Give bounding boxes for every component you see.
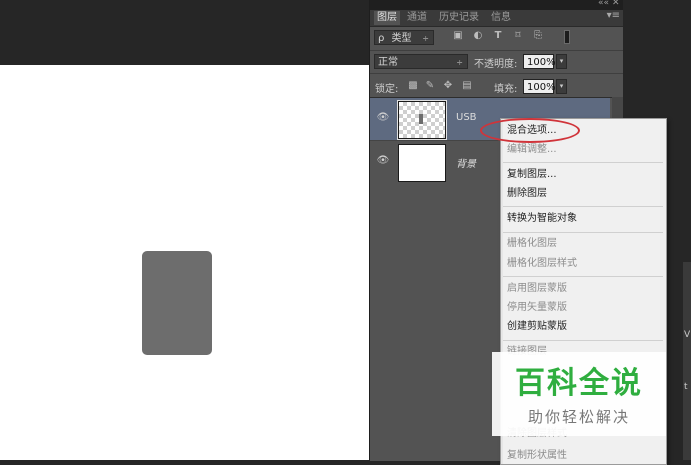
menu-item-create-clipping-mask[interactable]: 创建剪贴蒙版 (507, 319, 662, 335)
menu-item-blending-options[interactable]: 混合选项... (507, 123, 662, 139)
menu-item-enable-layer-mask[interactable]: 启用图层蒙版 (507, 281, 662, 297)
tab-info[interactable]: 信息 (488, 11, 514, 25)
menu-separator (503, 276, 663, 277)
collapse-icon[interactable]: «« (598, 0, 609, 8)
menu-item-duplicate-layer[interactable]: 复制图层... (507, 167, 662, 183)
adjustment-filter-icon[interactable]: ◐ (472, 30, 484, 42)
chevron-down-icon: ÷ (456, 58, 463, 67)
smart-object-filter-icon[interactable]: ⎘ (532, 30, 544, 42)
watermark-logo: 百科全说 助你轻松解决 (492, 352, 666, 436)
lock-transparency-icon[interactable]: ▩ (407, 80, 419, 92)
menu-item-convert-smart-object[interactable]: 转换为智能对象 (507, 211, 662, 227)
lock-label: 锁定: (375, 84, 399, 95)
chevron-down-icon: ÷ (422, 34, 429, 43)
eye-icon[interactable]: 👁 (376, 155, 390, 167)
menu-separator (503, 206, 663, 207)
type-filter-icon[interactable]: T (492, 30, 504, 42)
tab-history[interactable]: 历史记录 (436, 11, 482, 25)
panel-edge-glyph: V (684, 330, 691, 340)
menu-item-rasterize-layer[interactable]: 栅格化图层 (507, 236, 662, 252)
opacity-label: 不透明度: (474, 59, 518, 70)
shape-filter-icon[interactable]: ⌑ (512, 30, 524, 42)
menu-item-rasterize-layer-style[interactable]: 栅格化图层样式 (507, 256, 662, 272)
layer-thumbnail[interactable] (398, 144, 446, 182)
layer-name[interactable]: USB (456, 112, 477, 123)
tab-channels[interactable]: 通道 (404, 11, 430, 25)
close-icon[interactable]: ✕ (612, 0, 620, 8)
fill-label: 填充: (494, 84, 518, 95)
usb-shape[interactable] (142, 251, 212, 355)
search-icon: ρ (378, 33, 385, 44)
blend-mode-dropdown[interactable]: 正常 ÷ (374, 54, 468, 69)
eye-icon[interactable]: 👁 (376, 112, 390, 124)
pixel-filter-icon[interactable]: ▣ (452, 30, 464, 42)
panel-titlebar: «« ✕ (370, 0, 624, 10)
watermark-title: 百科全说 (515, 366, 643, 401)
lock-all-icon[interactable]: ▤ (461, 80, 473, 92)
opacity-chevron-icon[interactable]: ▾ (556, 54, 567, 69)
document-canvas[interactable] (0, 65, 370, 460)
blend-mode-value: 正常 (378, 57, 398, 68)
filter-kind-label: 类型 (391, 33, 412, 44)
menu-item-disable-vector-mask[interactable]: 停用矢量蒙版 (507, 300, 662, 316)
lock-move-icon[interactable]: ✥ (442, 80, 454, 92)
menu-separator (503, 232, 663, 233)
fill-chevron-icon[interactable]: ▾ (556, 79, 567, 94)
layer-thumbnail[interactable] (397, 100, 447, 140)
menu-separator (503, 340, 663, 341)
menu-item-edit-adjustment[interactable]: 编辑调整... (507, 142, 662, 158)
panel-menu-icon[interactable]: ▾≡ (607, 10, 620, 21)
filter-kind-dropdown[interactable]: ρ 类型 ÷ (374, 30, 434, 45)
lock-brush-icon[interactable]: ✎ (424, 80, 436, 92)
workspace-background (0, 0, 370, 65)
blend-row: 正常 ÷ 不透明度: 100% ▾ (370, 50, 624, 73)
panel-tabs: 图层 通道 历史记录 信息 ▾≡ (370, 10, 624, 27)
right-panel-edge (683, 262, 691, 460)
menu-item-delete-layer[interactable]: 删除图层 (507, 186, 662, 202)
menu-separator (503, 162, 663, 163)
fill-input[interactable]: 100% (523, 79, 556, 94)
opacity-input[interactable]: 100% (523, 54, 556, 69)
layer-name[interactable]: 背景 (456, 155, 476, 170)
menu-item-copy-shape-attributes[interactable]: 复制形状属性 (507, 448, 662, 464)
filter-toggle[interactable] (564, 30, 570, 44)
lock-row: 锁定: ▩ ✎ ✥ ▤ 填充: 100% ▾ (370, 73, 624, 98)
filter-row: ρ 类型 ÷ ▣ ◐ T ⌑ ⎘ (370, 27, 624, 49)
watermark-subtitle: 助你轻松解决 (527, 408, 630, 426)
panel-edge-glyph: t (684, 382, 688, 392)
tab-layers[interactable]: 图层 (374, 11, 400, 25)
